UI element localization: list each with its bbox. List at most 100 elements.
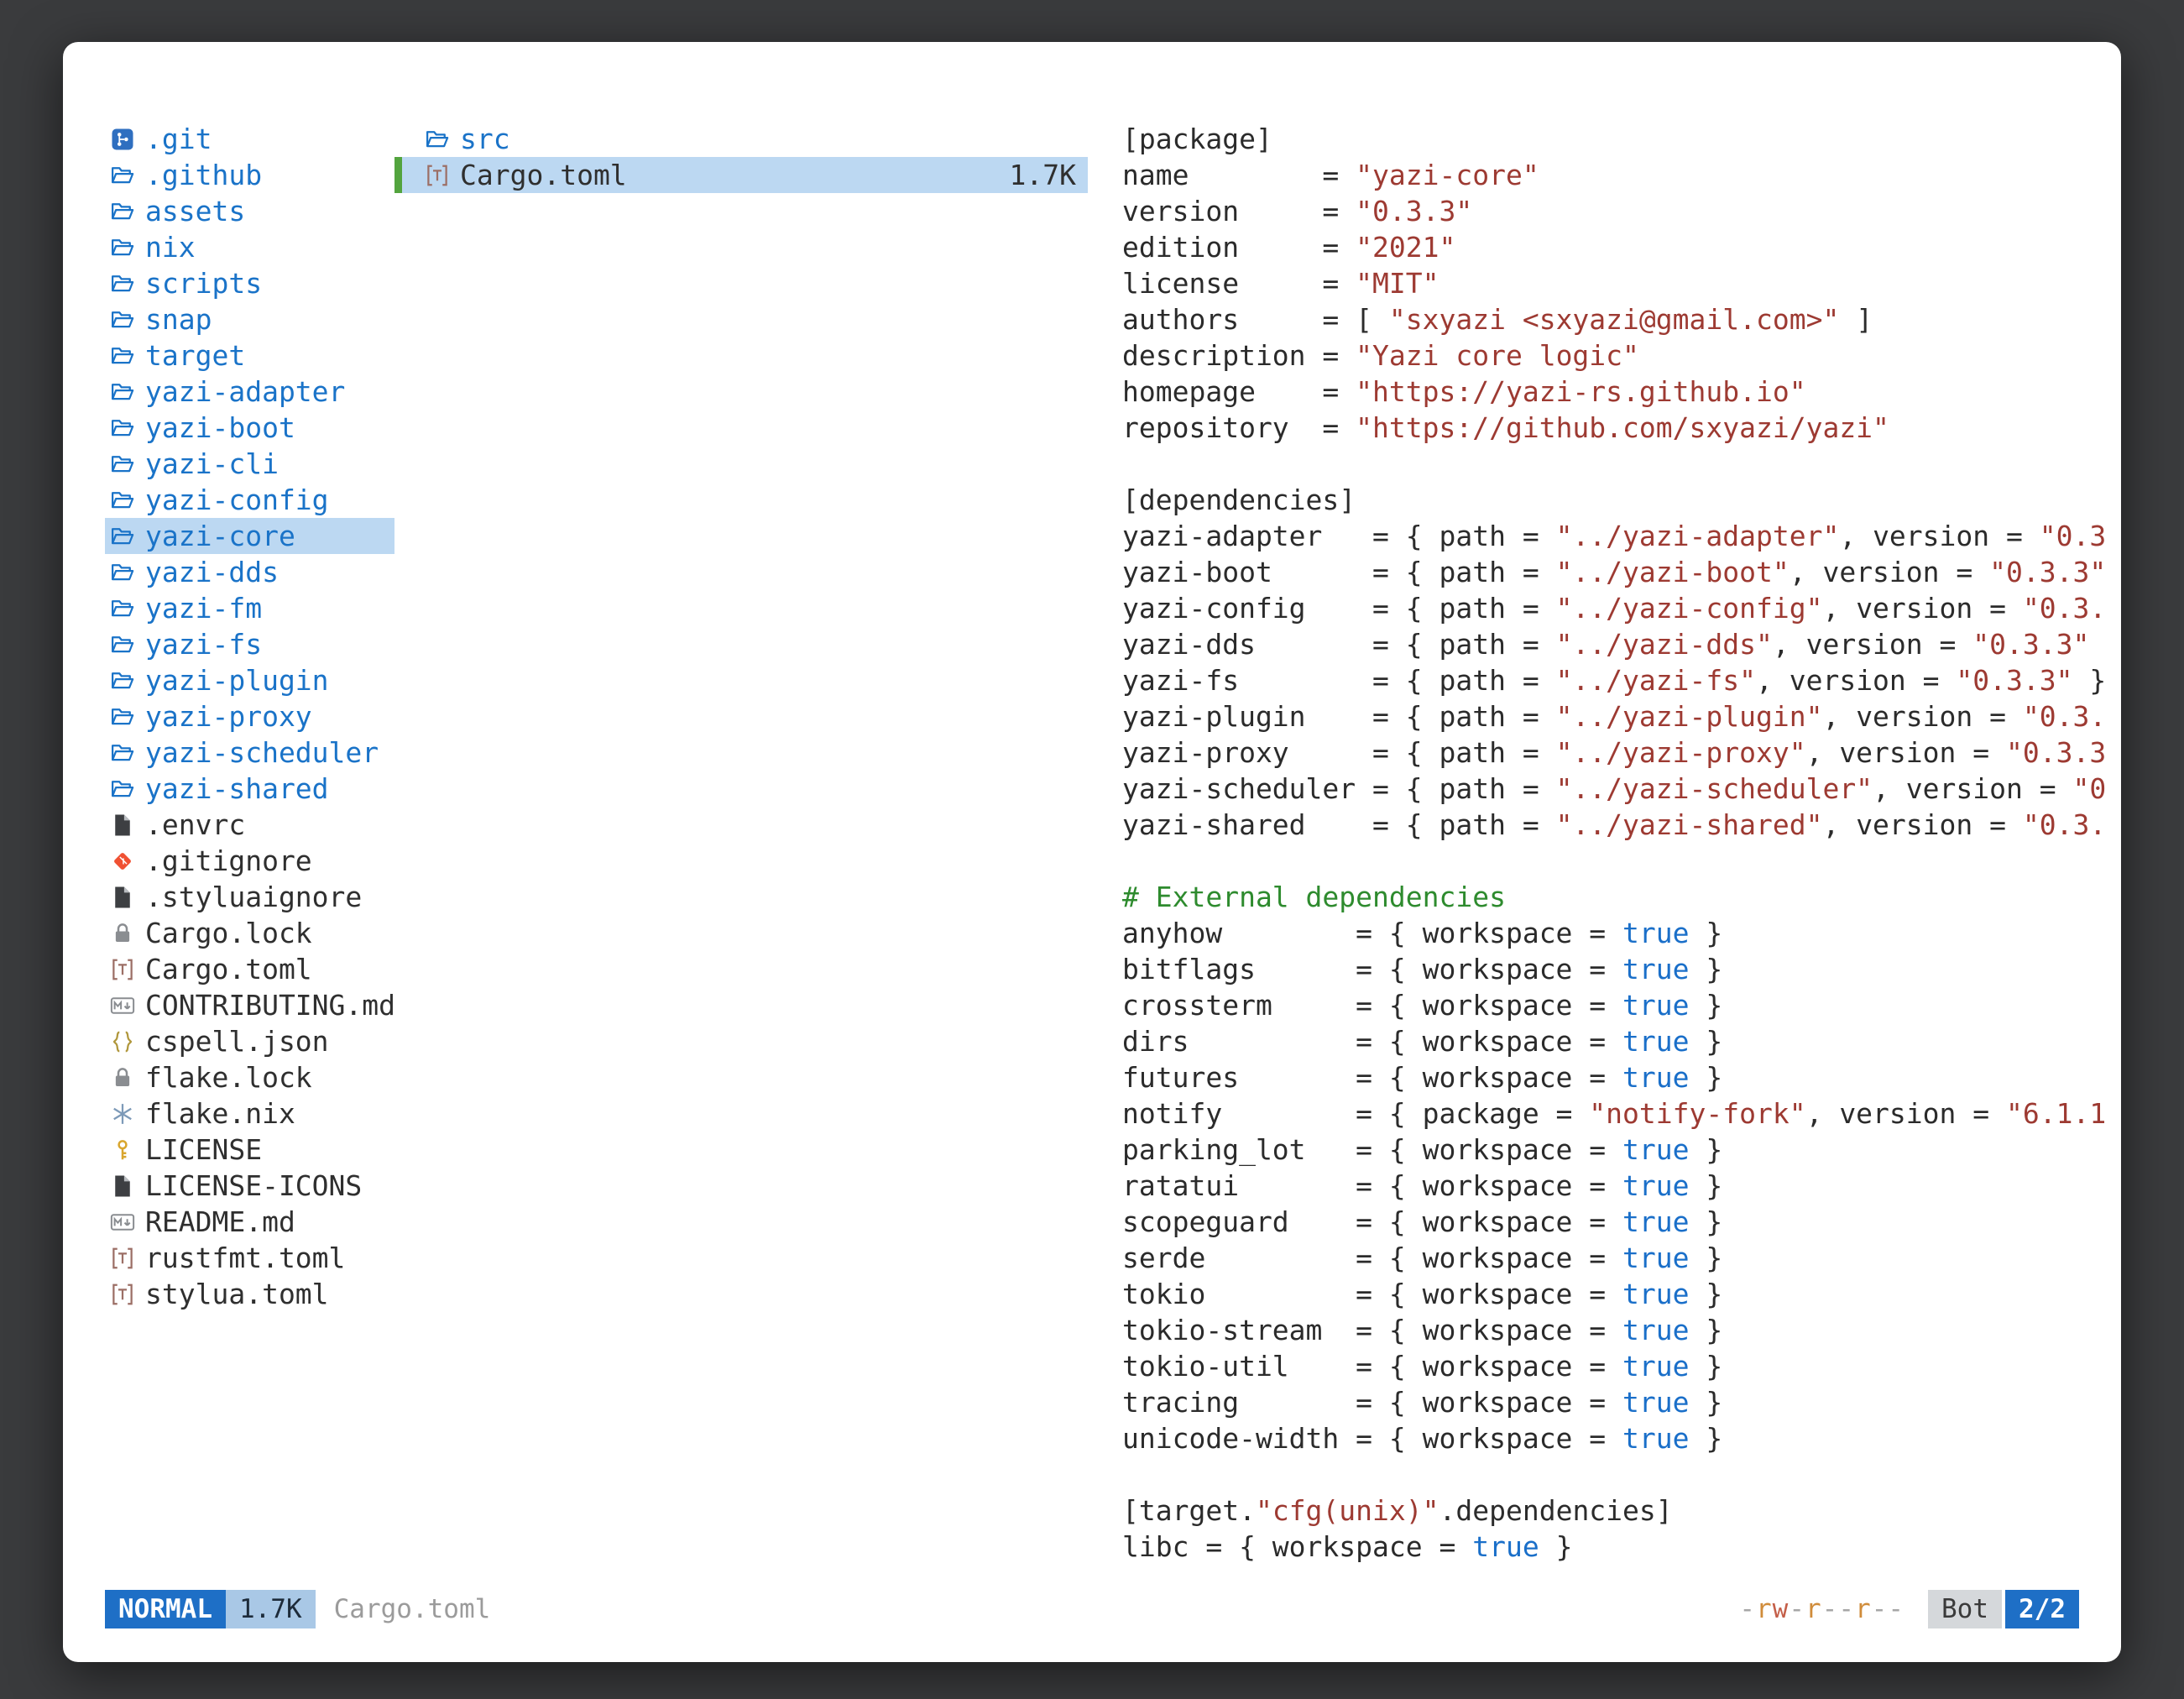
dir-item-yazi-dds[interactable]: yazi-dds <box>105 554 394 590</box>
dir-item-target[interactable]: target <box>105 337 394 374</box>
preview-line: authors = [ "sxyazi <sxyazi@gmail.com>" … <box>1122 301 2121 337</box>
file-item-cargo-toml[interactable]: Cargo.toml <box>105 951 394 987</box>
preview-token: "2021" <box>1356 231 1455 264</box>
dir-item-yazi-scheduler[interactable]: yazi-scheduler <box>105 734 394 771</box>
preview-token: true <box>1622 1422 1689 1455</box>
lock-icon <box>110 921 135 946</box>
preview-token: "0.3. <box>2023 592 2106 625</box>
file-item-envrc[interactable]: .envrc <box>105 807 394 843</box>
dir-item-yazi-shared[interactable]: yazi-shared <box>105 771 394 807</box>
preview-token: "cfg(unix)" <box>1256 1494 1439 1527</box>
preview-token: tokio-util = { workspace = <box>1122 1350 1622 1383</box>
preview-token: yazi-adapter = { path = <box>1122 520 1556 552</box>
toml-icon <box>425 163 450 188</box>
dir-item-snap[interactable]: snap <box>105 301 394 337</box>
preview-token: true <box>1622 1278 1689 1310</box>
preview-token: "../yazi-config" <box>1556 592 1823 625</box>
folder-icon <box>110 560 135 585</box>
preview-token: "yazi-core" <box>1356 159 1539 191</box>
dir-item-yazi-adapter[interactable]: yazi-adapter <box>105 374 394 410</box>
preview-token: yazi-config = { path = <box>1122 592 1556 625</box>
dir-item-github[interactable]: .github <box>105 157 394 193</box>
preview-token: } <box>1690 1169 1723 1202</box>
file-item-stylua-toml[interactable]: stylua.toml <box>105 1276 394 1312</box>
item-label: flake.nix <box>145 1095 295 1132</box>
item-label: stylua.toml <box>145 1276 329 1312</box>
dir-item-git[interactable]: .git <box>105 121 394 157</box>
preview-line: edition = "2021" <box>1122 229 2121 265</box>
preview-token: [dependencies] <box>1122 484 1356 516</box>
preview-line: yazi-dds = { path = "../yazi-dds", versi… <box>1122 626 2121 662</box>
item-label: rustfmt.toml <box>145 1240 345 1276</box>
cursor-page-badge: 2/2 <box>2005 1590 2079 1628</box>
folder-icon <box>110 776 135 802</box>
folder-icon <box>110 271 135 296</box>
item-label: yazi-config <box>145 482 329 518</box>
file-item-license-icons[interactable]: LICENSE-ICONS <box>105 1168 394 1204</box>
preview-token: "../yazi-adapter" <box>1556 520 1840 552</box>
dir-item-yazi-core[interactable]: yazi-core <box>105 518 394 554</box>
dir-item-yazi-fm[interactable]: yazi-fm <box>105 590 394 626</box>
permission-token: r <box>1805 1594 1822 1624</box>
preview-token: "https://yazi-rs.github.io" <box>1356 375 1805 408</box>
preview-token: [package] <box>1122 123 1272 155</box>
folder-icon <box>110 235 135 260</box>
dir-item-yazi-plugin[interactable]: yazi-plugin <box>105 662 394 698</box>
git-ignore-icon <box>110 849 135 874</box>
preview-pane: [package]name = "yazi-core"version = "0.… <box>1122 121 2121 1565</box>
preview-token: "../yazi-shared" <box>1556 808 1823 841</box>
folder-icon <box>110 596 135 621</box>
file-item-flake-lock[interactable]: flake.lock <box>105 1059 394 1095</box>
preview-token: tokio = { workspace = <box>1122 1278 1622 1310</box>
dir-item-scripts[interactable]: scripts <box>105 265 394 301</box>
preview-line: tokio-util = { workspace = true } <box>1122 1348 2121 1384</box>
preview-token: "0.3.3" <box>1989 556 2106 588</box>
markdown-icon <box>110 993 135 1018</box>
file-item-flake-nix[interactable]: flake.nix <box>105 1095 394 1132</box>
item-label: .styluaignore <box>145 879 362 915</box>
item-label: yazi-fm <box>145 590 262 626</box>
dir-item-yazi-cli[interactable]: yazi-cli <box>105 446 394 482</box>
file-item-gitignore[interactable]: .gitignore <box>105 843 394 879</box>
file-item-cargo-toml[interactable]: Cargo.toml1.7K <box>394 157 1088 193</box>
file-item-cargo-lock[interactable]: Cargo.lock <box>105 915 394 951</box>
status-bar: NORMAL 1.7K Cargo.toml -rw-r--r-- Bot 2/… <box>105 1590 2079 1628</box>
item-label: scripts <box>145 265 262 301</box>
dir-item-yazi-config[interactable]: yazi-config <box>105 482 394 518</box>
preview-token: , version = <box>1873 772 2072 805</box>
preview-token: "0.3.3" <box>1956 664 2072 697</box>
dir-item-src[interactable]: src <box>394 121 1088 157</box>
item-label: snap <box>145 301 212 337</box>
preview-token: , version = <box>1839 520 2039 552</box>
file-item-contributing-md[interactable]: CONTRIBUTING.md <box>105 987 394 1023</box>
preview-token: true <box>1622 1314 1689 1346</box>
dir-item-yazi-fs[interactable]: yazi-fs <box>105 626 394 662</box>
file-icon <box>110 885 135 910</box>
preview-line: description = "Yazi core logic" <box>1122 337 2121 374</box>
item-label: yazi-adapter <box>145 374 345 410</box>
preview-token: , version = <box>1822 592 2022 625</box>
item-label: src <box>460 121 510 157</box>
item-label: LICENSE-ICONS <box>145 1168 362 1204</box>
preview-token: "0.3.3" <box>1356 195 1472 227</box>
file-item-styluaignore[interactable]: .styluaignore <box>105 879 394 915</box>
preview-line <box>1122 446 2121 482</box>
dir-item-nix[interactable]: nix <box>105 229 394 265</box>
dir-item-assets[interactable]: assets <box>105 193 394 229</box>
dir-item-yazi-proxy[interactable]: yazi-proxy <box>105 698 394 734</box>
file-item-cspell-json[interactable]: cspell.json <box>105 1023 394 1059</box>
file-item-readme-md[interactable]: README.md <box>105 1204 394 1240</box>
file-icon <box>110 813 135 838</box>
preview-token: name = <box>1122 159 1356 191</box>
file-item-license[interactable]: LICENSE <box>105 1132 394 1168</box>
item-label: yazi-cli <box>145 446 279 482</box>
item-label: yazi-proxy <box>145 698 312 734</box>
item-label: yazi-core <box>145 518 295 554</box>
preview-token: } <box>1690 1386 1723 1419</box>
dir-item-yazi-boot[interactable]: yazi-boot <box>105 410 394 446</box>
preview-token: serde = { workspace = <box>1122 1242 1622 1274</box>
preview-token: [target. <box>1122 1494 1256 1527</box>
file-item-rustfmt-toml[interactable]: rustfmt.toml <box>105 1240 394 1276</box>
nix-icon <box>110 1101 135 1127</box>
preview-line: parking_lot = { workspace = true } <box>1122 1132 2121 1168</box>
